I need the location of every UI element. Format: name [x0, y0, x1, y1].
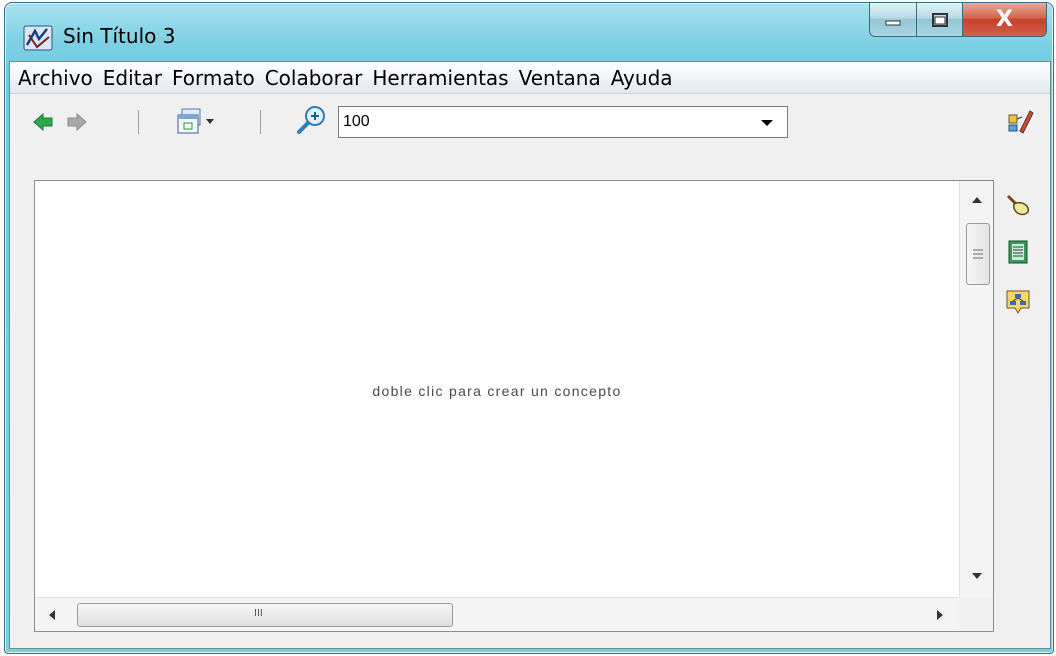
menu-colaborar[interactable]: Colaborar	[265, 66, 363, 90]
grip-lines: III	[254, 608, 263, 619]
menu-archivo[interactable]: Archivo	[18, 66, 93, 90]
edit-tools-icon	[1008, 110, 1034, 134]
document-list-icon[interactable]	[1004, 238, 1032, 266]
back-arrow-icon	[33, 112, 53, 132]
concept-map-icon[interactable]	[1004, 288, 1032, 316]
horizontal-scroll-thumb[interactable]: III	[77, 603, 453, 627]
zoom-icon	[297, 106, 325, 134]
edit-tools-button[interactable]	[1006, 106, 1036, 134]
minimize-button[interactable]	[869, 3, 917, 37]
scrollbar-corner	[959, 597, 993, 631]
menu-bar: Archivo Editar Formato Colaborar Herrami…	[10, 62, 1050, 94]
windows-dropdown-button[interactable]	[174, 108, 218, 136]
toolbar: 100	[10, 94, 1050, 148]
concept-map-canvas[interactable]: doble clic para crear un concepto III	[34, 180, 994, 632]
menu-herramientas[interactable]: Herramientas	[372, 66, 508, 90]
window-title: Sin Título 3	[63, 24, 176, 48]
scroll-left-icon[interactable]	[49, 610, 55, 620]
back-button[interactable]	[32, 108, 54, 136]
toolbar-separator-2	[260, 110, 261, 134]
canvas-hint: doble clic para crear un concepto	[372, 383, 622, 399]
horizontal-scrollbar[interactable]: III	[35, 597, 959, 631]
client-area: Archivo Editar Formato Colaborar Herrami…	[9, 61, 1051, 649]
title-bar[interactable]: Sin Título 3 X	[5, 3, 1053, 61]
styles-brush-icon[interactable]	[1004, 192, 1032, 220]
zoom-button[interactable]	[296, 106, 328, 134]
toolbar-separator	[138, 110, 139, 134]
close-button[interactable]: X	[963, 3, 1047, 37]
menu-editar[interactable]: Editar	[103, 66, 162, 90]
chevron-down-icon[interactable]	[761, 120, 773, 126]
scroll-right-icon[interactable]	[937, 610, 943, 620]
forward-arrow-icon	[67, 112, 87, 132]
close-icon: X	[996, 7, 1013, 32]
maximize-button[interactable]	[917, 3, 963, 37]
caption-buttons: X	[869, 3, 1047, 39]
app-window: Sin Título 3 X Archivo Editar Formato Co…	[4, 2, 1054, 654]
zoom-value: 100	[343, 113, 370, 130]
menu-ventana[interactable]: Ventana	[519, 66, 601, 90]
zoom-select[interactable]: 100	[338, 106, 788, 138]
scroll-up-icon[interactable]	[972, 197, 982, 203]
vertical-scroll-thumb[interactable]	[966, 223, 990, 285]
vertical-scrollbar[interactable]	[959, 181, 993, 599]
windows-dropdown-icon	[177, 108, 214, 134]
cmap-app-icon	[23, 25, 53, 51]
minimize-icon	[885, 20, 901, 25]
maximize-icon	[931, 12, 948, 27]
grip-icon	[973, 249, 983, 259]
menu-formato[interactable]: Formato	[172, 66, 255, 90]
forward-button[interactable]	[66, 108, 88, 136]
menu-ayuda[interactable]: Ayuda	[611, 66, 673, 90]
scroll-down-icon[interactable]	[972, 573, 982, 579]
